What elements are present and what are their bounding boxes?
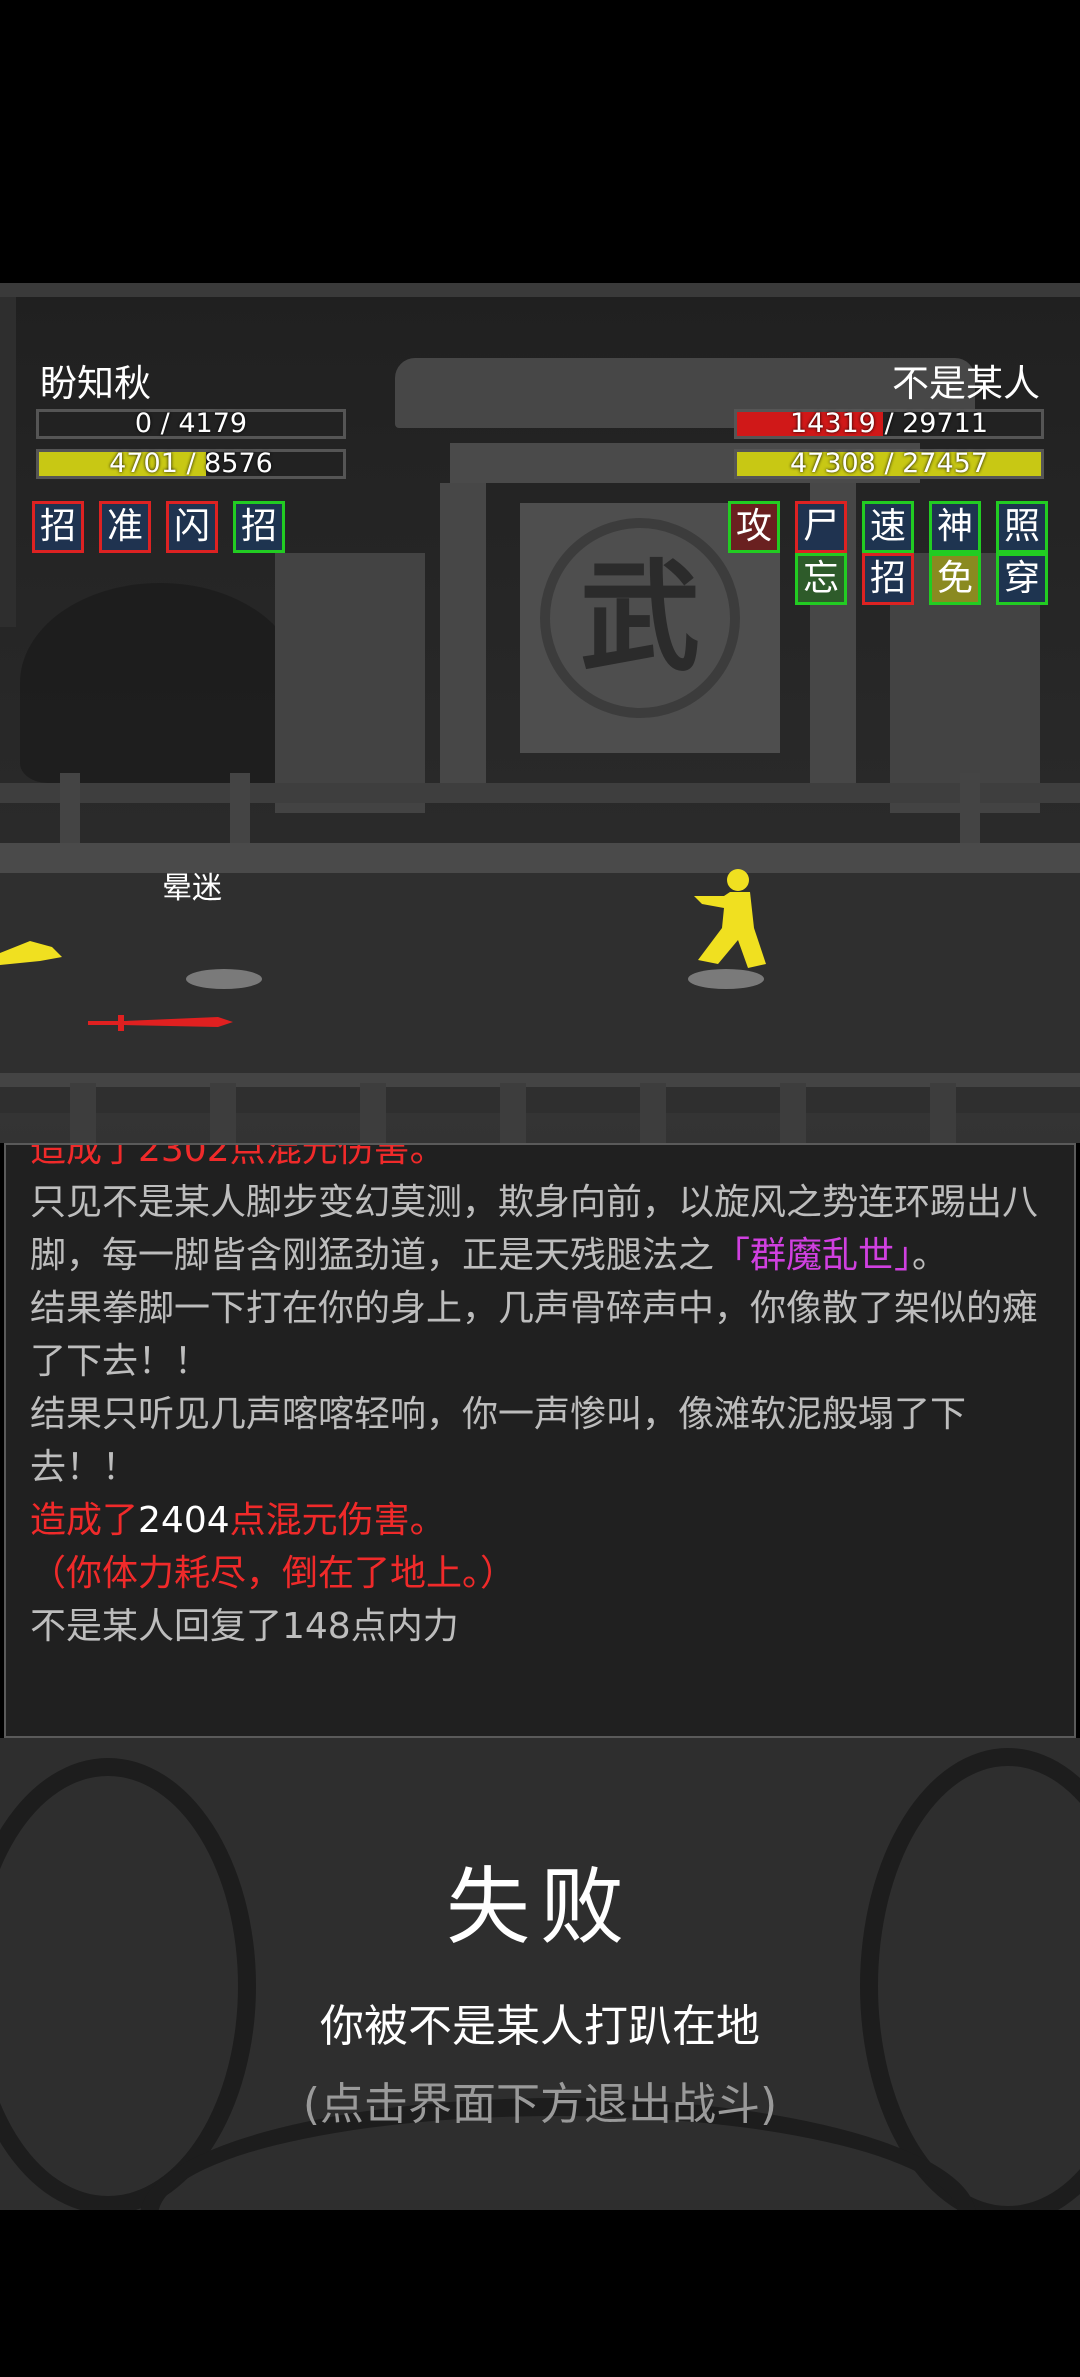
battle-scene: 武 盼知秋 0 / 4179 4701 / 8576 招准闪招 不是某人 143…	[0, 283, 1080, 1143]
log-line: （你体力耗尽，倒在了地上。）	[30, 1553, 517, 1594]
player-name: 盼知秋	[40, 362, 151, 405]
enemy-name: 不是某人	[892, 362, 1040, 405]
enemy-hp-bar: 14319 / 29711	[734, 409, 1044, 439]
result-title: 失败	[445, 1858, 634, 1956]
fallen-player-sprite	[0, 941, 62, 965]
log-line: 造成了2404点混元伤害。	[30, 1500, 446, 1541]
enemy-hp-text: 14319 / 29711	[789, 408, 989, 439]
smoke-decoration	[860, 1748, 1080, 2210]
damage-value: 2404	[138, 1500, 230, 1541]
fence-post	[230, 773, 250, 843]
fence-post	[960, 773, 980, 843]
skill-icon: 穿	[996, 553, 1048, 605]
enemy-fighter-sprite	[694, 869, 766, 968]
player-status-label: 晕迷	[162, 871, 222, 906]
rail-post	[70, 1083, 96, 1143]
rail-post	[780, 1083, 806, 1143]
skill-icon: 招	[233, 501, 285, 553]
log-line: 结果只听见几声喀喀轻响，你一声惨叫，像滩软泥般塌了下去！！	[30, 1394, 967, 1488]
skill-icon: 准	[99, 501, 151, 553]
result-subtitle: 你被不是某人打趴在地	[320, 2001, 760, 2052]
defeat-panel[interactable]: 失败 你被不是某人打趴在地 (点击界面下方退出战斗)	[0, 1738, 1080, 2210]
skill-icon: 攻	[728, 501, 780, 553]
background-trees	[20, 583, 300, 783]
skill-icon: 神	[929, 501, 981, 553]
plaque-character: 武	[580, 547, 700, 688]
player-mp-text: 4701 / 8576	[109, 448, 273, 479]
dropped-sword-icon	[88, 1015, 233, 1031]
fence-post	[60, 773, 80, 843]
skill-icon: 招	[862, 553, 914, 605]
gate-post	[440, 483, 486, 803]
player-mp-bar: 4701 / 8576	[36, 449, 346, 479]
rail-post	[930, 1083, 956, 1143]
rail-post	[500, 1083, 526, 1143]
player-hp-bar: 0 / 4179	[36, 409, 346, 439]
log-line: 结果拳脚一下打在你的身上，几声骨碎声中，你像散了架似的瘫了下去！！	[30, 1288, 1039, 1382]
log-line: 只见不是某人脚步变幻莫测，欺身向前，以旋风之势连环踢出八脚，每一脚皆含刚猛劲道，…	[30, 1182, 1039, 1276]
floor-edge	[0, 1073, 1080, 1087]
enemy-mp-text: 47308 / 27457	[789, 448, 989, 479]
skill-icon: 忘	[795, 553, 847, 605]
move-name: 「群魔乱世」	[714, 1235, 913, 1276]
skill-icon: 速	[862, 501, 914, 553]
player-shadow	[186, 969, 262, 989]
log-line: 不是某人回复了148点内力	[30, 1606, 459, 1647]
gate-side-wall	[275, 553, 425, 813]
scene-top-border	[0, 283, 1080, 297]
skill-icon: 免	[929, 553, 981, 605]
exit-battle-area[interactable]	[0, 2210, 1080, 2377]
skill-icon: 闪	[166, 501, 218, 553]
scene-left-pillar	[0, 297, 16, 627]
skill-icon: 照	[996, 501, 1048, 553]
exit-hint[interactable]: (点击界面下方退出战斗)	[0, 2068, 1080, 2132]
skill-icon: 招	[32, 501, 84, 553]
rail-post	[360, 1083, 386, 1143]
fence-rail	[0, 783, 1080, 803]
skill-icon: 尸	[795, 501, 847, 553]
player-hp-text: 0 / 4179	[134, 408, 248, 439]
enemy-mp-bar: 47308 / 27457	[734, 449, 1044, 479]
rail-post	[210, 1083, 236, 1143]
rail-post	[640, 1083, 666, 1143]
battle-log[interactable]: 造成了2302点混元伤害。 只见不是某人脚步变幻莫测，欺身向前，以旋风之势连环踢…	[4, 1143, 1076, 1738]
log-line: 造成了2302点混元伤害。	[30, 1143, 446, 1170]
smoke-decoration	[0, 1758, 256, 2210]
